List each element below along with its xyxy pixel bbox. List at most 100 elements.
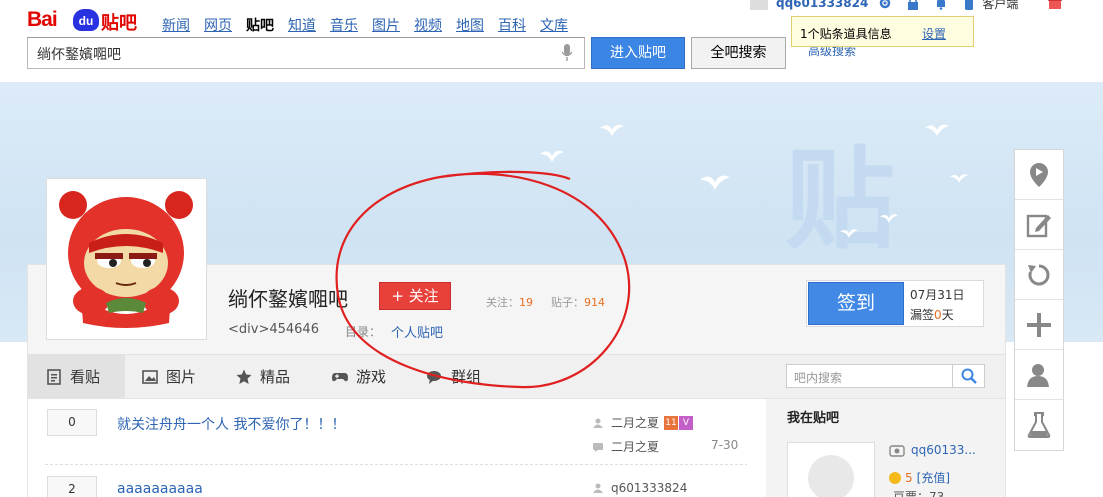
follow-stat: 关注：19 <box>486 294 533 310</box>
directory-link[interactable]: 个人贴吧 <box>391 322 443 341</box>
missed-unit: 天 <box>941 308 954 322</box>
side-toolbar <box>1014 149 1064 451</box>
bird-decoration-icon <box>840 229 858 238</box>
bird-decoration-icon <box>700 175 730 190</box>
follow-button[interactable]: + 关注 <box>379 282 451 310</box>
notice-settings-link[interactable]: 设置 <box>922 25 946 42</box>
nav-map[interactable]: 地图 <box>456 15 484 35</box>
signin-date: 07月31日 <box>910 288 965 302</box>
recharge-link[interactable]: [充值] <box>917 469 950 486</box>
bean-balance: 豆票：73 <box>893 490 945 497</box>
lock-icon[interactable] <box>906 0 920 10</box>
search-input-value: 绱伓鐜嬪唨吧 <box>37 47 121 63</box>
coin-icon <box>889 471 901 484</box>
post-button[interactable] <box>1015 200 1063 250</box>
nav-zhidao[interactable]: 知道 <box>288 15 316 35</box>
banner-decoration: 贴 <box>785 136 895 264</box>
nav-web[interactable]: 网页 <box>204 15 232 35</box>
nav-news[interactable]: 新闻 <box>162 15 190 35</box>
nav-images[interactable]: 图片 <box>372 15 400 35</box>
nav-video[interactable]: 视频 <box>414 15 442 35</box>
tab-groups-label: 群组 <box>451 368 482 386</box>
forum-avatar[interactable] <box>46 178 207 340</box>
nav-baike[interactable]: 百科 <box>498 15 526 35</box>
forum-search-button[interactable] <box>953 364 985 388</box>
my-username-link[interactable]: qq60133... <box>911 443 976 457</box>
thread-last-reply: 二月之夏 <box>593 438 659 455</box>
tab-groups[interactable]: 群组 <box>427 355 481 398</box>
enter-tieba-button[interactable]: 进入贴吧 <box>591 37 685 69</box>
gamepad-icon <box>332 372 348 381</box>
username-link[interactable]: qq601333824 <box>776 0 868 10</box>
bird-decoration-icon <box>925 124 949 136</box>
signin-missed: 漏签0天 <box>910 306 954 323</box>
bird-decoration-icon <box>540 150 564 162</box>
tab-featured[interactable]: 精品 <box>236 355 290 398</box>
notice-tooltip: 1个贴条道具信息 设置 <box>791 16 974 47</box>
my-avatar[interactable] <box>787 442 875 497</box>
thread-title[interactable]: 就关注舟舟一个人 我不爱你了！！！ <box>117 414 345 434</box>
document-icon <box>47 368 61 385</box>
lab-button[interactable] <box>1015 400 1063 450</box>
search-icon <box>961 368 977 384</box>
location-button[interactable] <box>1015 150 1063 200</box>
thread-title[interactable]: aaaaaaaaaa <box>117 481 203 497</box>
thread-author-name[interactable]: 二月之夏 <box>611 414 659 431</box>
reply-count: 0 <box>47 409 97 436</box>
image-icon <box>142 369 158 384</box>
forum-avatar-image <box>59 191 193 328</box>
search-input[interactable]: 绱伓鐜嬪唨吧 <box>27 37 585 69</box>
edit-icon <box>1026 214 1051 237</box>
location-pin-icon <box>1030 162 1048 187</box>
nav-wenku[interactable]: 文库 <box>540 15 568 35</box>
my-username: qq60133... <box>889 443 976 457</box>
gear-icon[interactable] <box>878 0 892 10</box>
tab-posts-label: 看贴 <box>70 368 101 386</box>
refresh-icon <box>1028 264 1050 285</box>
user-icon <box>1027 363 1049 387</box>
tab-featured-label: 精品 <box>260 368 291 386</box>
tab-posts[interactable]: 看贴 <box>28 355 125 398</box>
forum-id: <div>454646 <box>228 322 319 337</box>
thread-author-name[interactable]: q601333824 <box>611 481 687 495</box>
baidu-tieba-logo[interactable]: Bai du 贴吧 <box>27 8 145 34</box>
mobile-icon[interactable] <box>962 0 976 10</box>
posts-count: 914 <box>584 296 605 309</box>
thread-author: q601333824 <box>593 481 687 495</box>
bird-decoration-icon <box>600 124 624 136</box>
add-button[interactable] <box>1015 300 1063 350</box>
logo-bai: Bai <box>27 8 58 31</box>
logo-tieba: 贴吧 <box>101 13 137 34</box>
nav-music[interactable]: 音乐 <box>330 15 358 35</box>
reply-bubble-icon <box>593 442 603 452</box>
tab-games[interactable]: 游戏 <box>332 355 386 398</box>
refresh-button[interactable] <box>1015 250 1063 300</box>
person-icon <box>593 418 603 428</box>
user-avatar[interactable] <box>750 0 768 10</box>
profile-button[interactable] <box>1015 350 1063 400</box>
notice-message[interactable]: 1个贴条道具信息 <box>800 25 892 42</box>
signin-panel: 签到 07月31日 漏签0天 <box>806 280 984 327</box>
thread-author: 二月之夏 11 V <box>593 414 694 431</box>
reply-count: 2 <box>47 476 97 497</box>
member-badge-icon <box>889 445 905 457</box>
user-bar: qq601333824 客户端 <box>750 0 1066 12</box>
posts-stat: 贴子：914 <box>551 294 605 310</box>
tab-images[interactable]: 图片 <box>142 355 196 398</box>
coin-count: 5 <box>905 470 913 485</box>
microphone-icon[interactable] <box>562 44 572 62</box>
shop-icon[interactable] <box>1048 0 1063 10</box>
client-link[interactable]: 客户端 <box>982 0 1018 12</box>
coin-balance: 5 [充值] <box>889 469 950 486</box>
signin-button[interactable]: 签到 <box>808 282 904 325</box>
forum-title: 绱伓鐜嬪唨吧 <box>228 287 348 311</box>
star-icon <box>236 369 252 384</box>
nav-tieba[interactable]: 贴吧 <box>246 15 274 35</box>
logo-paw: du <box>73 9 99 31</box>
forum-search-input[interactable]: 吧内搜索 <box>786 364 953 388</box>
posts-stat-label: 贴子： <box>551 296 584 309</box>
last-reply-name[interactable]: 二月之夏 <box>611 438 659 455</box>
all-tieba-search-button[interactable]: 全吧搜索 <box>691 37 786 69</box>
bell-icon[interactable] <box>934 0 948 10</box>
missed-count: 0 <box>934 308 942 322</box>
